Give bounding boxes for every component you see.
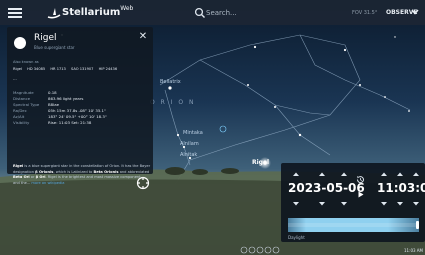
slider-band [288,223,419,227]
hour-up-button[interactable] [379,171,389,177]
object-name: Rigel [34,33,57,43]
time-display[interactable]: 11:03:00 [377,181,425,195]
top-bar: StellariumWeb FOV 31.5° OBSERVE [0,0,425,25]
sky-label-mintaka: Mintaka [183,130,203,136]
property-value: 863.96 light years [48,96,84,101]
sky-label-alnitak: Alnitak [180,152,198,158]
aka-name: HIP 24436 [98,67,118,71]
sky-label-bellatrix: Bellatrix [160,79,181,85]
property-label: Magnitude [13,90,34,95]
app-title: StellariumWeb [62,5,134,18]
stellarium-logo-icon [47,8,61,19]
desc-bayer-latin: Beta Orionis [93,169,119,174]
minute-up-button[interactable] [395,171,405,177]
minute-down-button[interactable] [395,201,405,207]
property-label: Ra/Dec [13,108,27,113]
star-icon [14,37,26,49]
month-down-button[interactable] [317,201,327,207]
close-icon[interactable]: ✕ [138,32,148,42]
menu-icon[interactable] [8,8,22,18]
desc-bayer: β Orionis [35,169,54,174]
property-label: Visibility [13,120,30,125]
property-value: B8Iae [48,102,60,107]
aka-row: Rigel HD 34085 HR 1713 SAO 131907 HIP 24… [13,67,121,71]
property-label: Distance [13,96,31,101]
app-name: Stellarium [62,7,121,18]
object-type: Blue supergiant star [34,45,75,50]
slider-handle[interactable] [416,221,419,229]
property-value: 183° 24' 09.5" +00° 10' 18.3" [48,114,107,119]
sky-label-rigel[interactable]: Rigel [252,159,269,166]
property-value: Rise: 11:03 Set: 21:38 [48,120,92,125]
properties-table: Magnitude 0.18 Distance 863.96 light years… [13,90,151,126]
search-input[interactable] [206,6,296,20]
desc-text: and abbreviated [118,169,150,174]
object-description: Rigel is a blue supergiant star in the c… [13,164,151,186]
second-up-button[interactable] [411,171,421,177]
sky-label-orion: O R I O N [150,99,196,106]
month-up-button[interactable] [317,171,327,177]
fov-readout: FOV 31.5° [352,10,378,16]
property-label: Spectral Type [13,102,40,107]
property-value: 0.18 [48,90,57,95]
date-display[interactable]: 2023-05-06 [288,181,365,195]
search-box[interactable] [190,5,300,21]
aka-name: HD 34085 [27,67,46,71]
desc-abbrev2: β Ori [35,175,46,180]
desc-text: , which is Latinized to [53,169,94,174]
sky-label-alnilam: Alnilam [180,141,199,147]
year-down-button[interactable] [291,201,301,207]
aka-name: SAO 131907 [71,67,94,71]
time-slider[interactable] [288,218,419,232]
desc-name: Rigel [13,164,24,168]
property-value: 05h 15m 37.8s -08° 10' 35.1" [48,108,106,113]
app-suffix: Web [120,5,134,12]
day-up-button[interactable] [339,171,349,177]
wikipedia-link[interactable]: more on wikipedia [31,181,64,185]
aka-name: Rigel [13,67,22,71]
aka-label: Also known as [13,60,39,64]
day-down-button[interactable] [339,201,349,207]
status-clock: 11:03 AM [404,248,423,253]
hour-down-button[interactable] [379,201,389,207]
reset-time-icon[interactable] [356,175,365,184]
desc-abbrev: Beta Ori [13,175,30,180]
play-icon[interactable] [358,191,364,198]
second-down-button[interactable] [411,201,421,207]
daylight-label: Daylight [288,235,305,240]
aka-name: HR 1713 [50,67,66,71]
object-info-panel: Rigel Blue supergiant star ✕ Also known … [7,27,153,185]
chevron-down-icon[interactable] [411,9,419,15]
search-icon [194,7,205,18]
datetime-panel: 2023-05-06 11:03:00 Daylight [281,163,425,242]
property-label: Az/Alt [13,114,25,119]
bottom-toolbar[interactable] [240,246,280,254]
aka-more[interactable]: ... [13,76,17,81]
trees [165,167,239,175]
year-up-button[interactable] [291,171,301,177]
property-row: Visibility Rise: 11:03 Set: 21:38 [13,120,151,126]
